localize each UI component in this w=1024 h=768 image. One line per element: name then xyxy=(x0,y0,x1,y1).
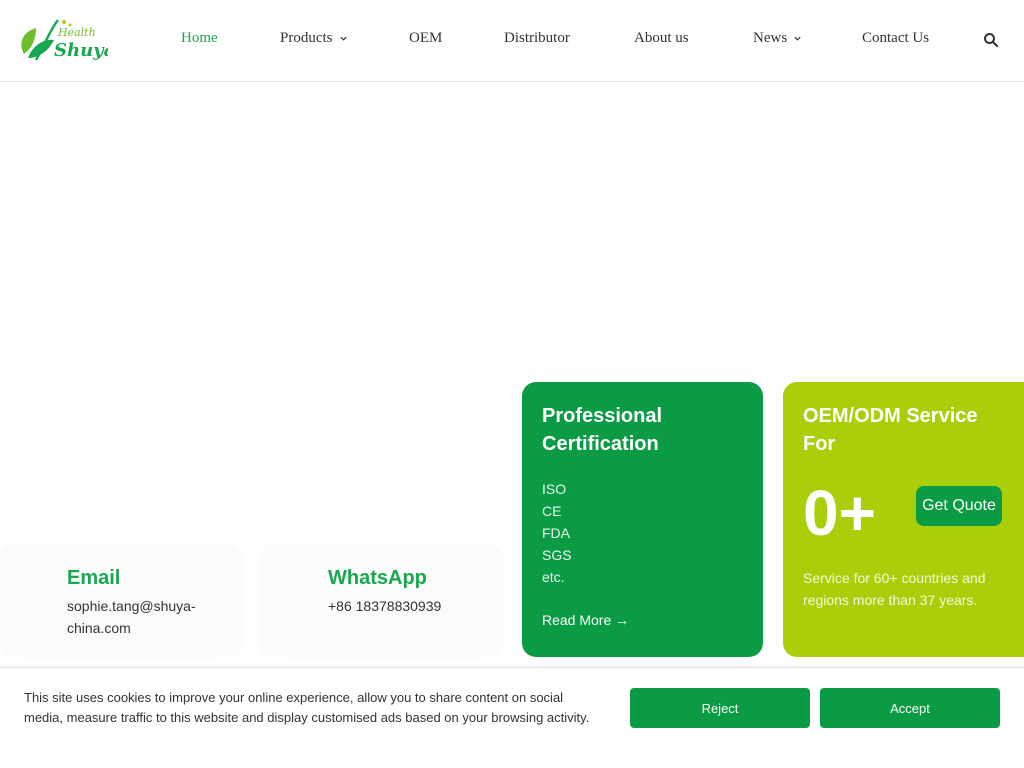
search-icon xyxy=(984,33,999,48)
chevron-down-icon xyxy=(339,36,347,41)
nav-news-label: News xyxy=(753,30,788,46)
oem-description: Service for 60+ countries and regions mo… xyxy=(803,570,986,608)
email-title: Email xyxy=(67,567,121,589)
whatsapp-value[interactable]: +86 18378830939 xyxy=(328,595,478,617)
nav-oem-label: OEM xyxy=(409,30,443,46)
logo[interactable]: Health Shuya xyxy=(14,16,115,66)
certification-title: Professional Certification xyxy=(542,405,663,455)
nav-home[interactable]: Home xyxy=(181,30,218,47)
get-quote-button[interactable]: Get Quote xyxy=(916,486,1002,526)
nav-contact-us[interactable]: Contact Us xyxy=(862,30,929,47)
certification-item: CE xyxy=(542,503,562,519)
certification-item: SGS xyxy=(542,547,572,563)
certification-list: ISO CE FDA SGS etc. xyxy=(542,478,572,588)
nav-about-us[interactable]: About us xyxy=(634,30,689,47)
oem-count: 0+ xyxy=(803,477,876,549)
leaf-logo-icon: Health Shuya xyxy=(21,19,115,61)
cookie-banner: This site uses cookies to improve your o… xyxy=(0,667,1024,768)
certification-item: etc. xyxy=(542,569,565,585)
read-more-link[interactable]: Read More → xyxy=(542,612,629,628)
nav-products[interactable]: Products xyxy=(280,30,348,47)
svg-text:Shuya: Shuya xyxy=(54,40,108,61)
certification-item: ISO xyxy=(542,481,567,497)
accept-button[interactable]: Accept xyxy=(820,688,1000,728)
email-value[interactable]: sophie.tang@shuya-china.com xyxy=(67,595,217,639)
nav-contact-label: Contact Us xyxy=(862,30,930,46)
certification-item: FDA xyxy=(542,525,570,541)
oem-card: OEM/ODM Service For 0+ Get Quote Service… xyxy=(783,382,1024,657)
cookie-text: This site uses cookies to improve your o… xyxy=(24,690,590,725)
oem-title: OEM/ODM Service For xyxy=(803,405,978,455)
reject-button[interactable]: Reject xyxy=(630,688,810,728)
nav-distributor-label: Distributor xyxy=(504,30,570,46)
site-header: Health Shuya Home Products OEM Distribut… xyxy=(0,0,1024,82)
nav-oem[interactable]: OEM xyxy=(409,30,442,47)
whatsapp-card[interactable]: WhatsApp +86 18378830939 xyxy=(261,545,502,657)
certification-card: Professional Certification ISO CE FDA SG… xyxy=(522,382,763,657)
nav-products-label: Products xyxy=(280,30,333,46)
chevron-down-icon xyxy=(794,36,801,41)
nav-distributor[interactable]: Distributor xyxy=(504,30,570,47)
svg-text:Health: Health xyxy=(57,26,96,39)
search-button[interactable] xyxy=(983,32,999,48)
nav-home-label: Home xyxy=(181,30,218,46)
nav-news[interactable]: News xyxy=(753,30,802,47)
email-card[interactable]: Email sophie.tang@shuya-china.com xyxy=(0,545,241,657)
nav-about-label: About us xyxy=(634,30,689,46)
whatsapp-title: WhatsApp xyxy=(328,567,427,589)
